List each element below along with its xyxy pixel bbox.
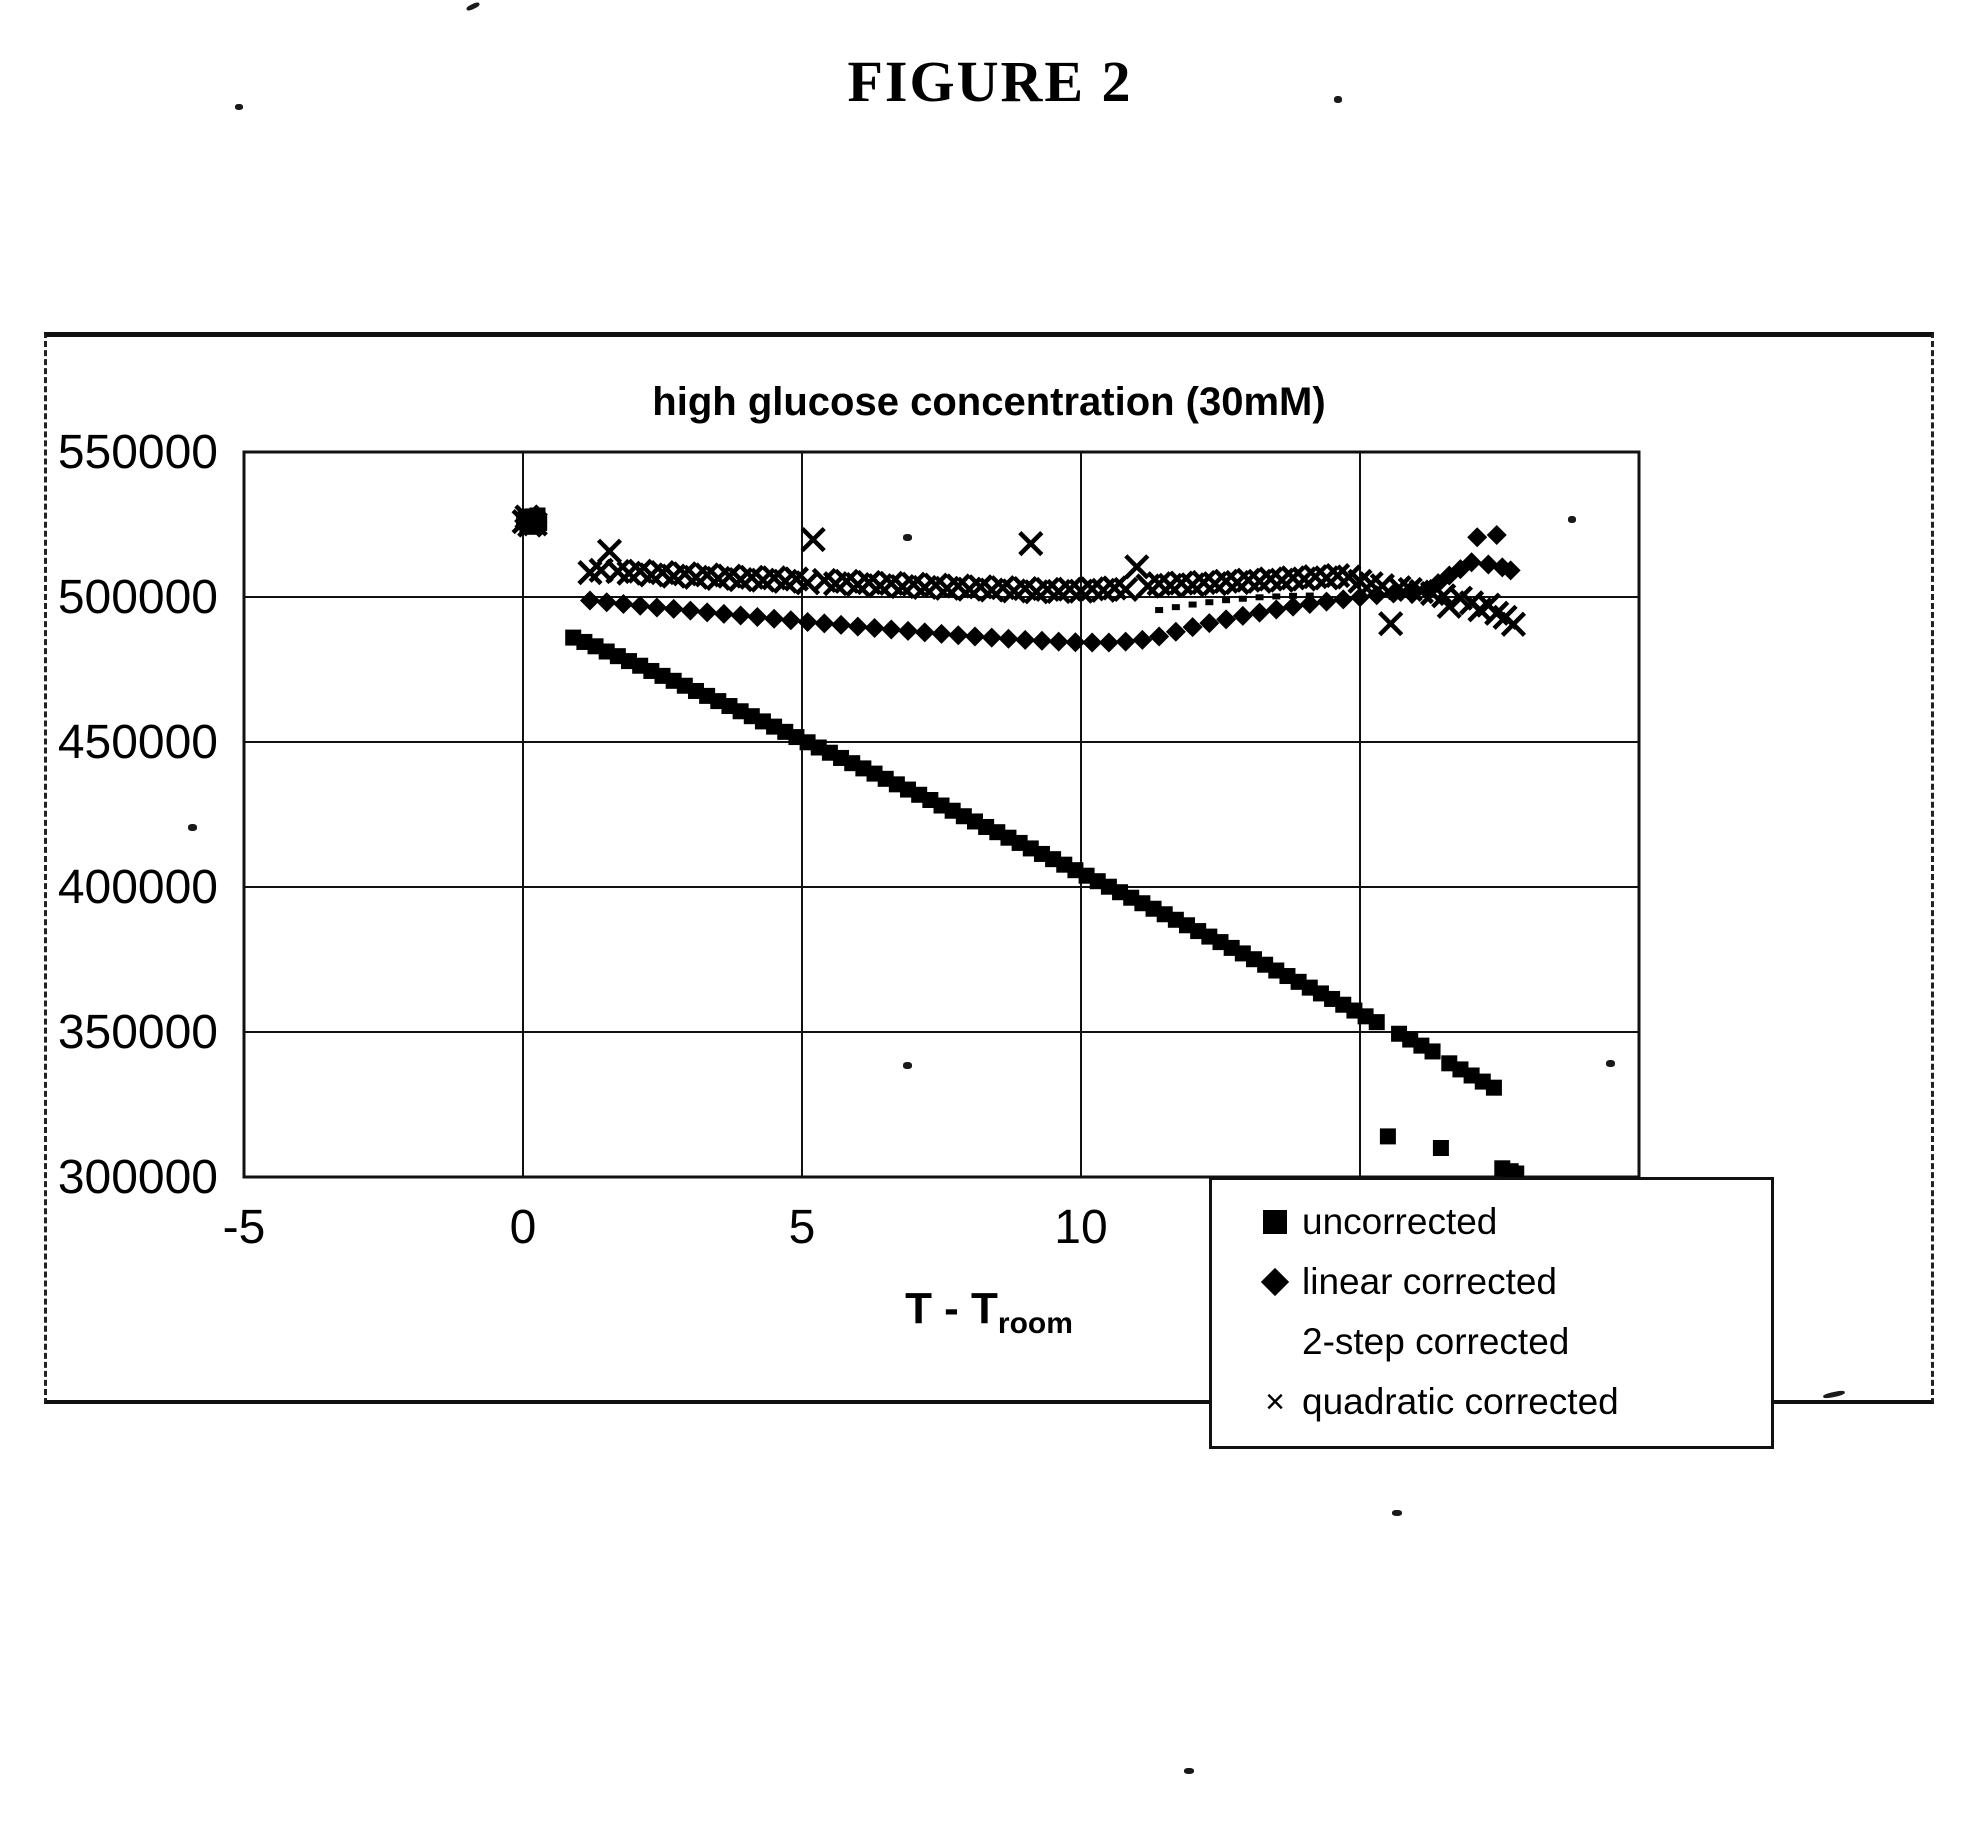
x-axis-title-main: T - T <box>905 1284 998 1333</box>
cross-marker-icon: × <box>1265 1383 1285 1421</box>
patent-figure-page: FIGURE 2 high glucose concentration (30m… <box>0 0 1980 1833</box>
y-tick-label: 300000 <box>58 1151 218 1204</box>
figure-label: FIGURE 2 <box>847 49 1133 114</box>
y-tick-label: 350000 <box>58 1006 218 1059</box>
legend-item-quadratic-corrected[interactable]: × quadratic corrected <box>1212 1372 1771 1432</box>
scan-speck <box>1184 1768 1194 1774</box>
scan-speck <box>235 104 243 110</box>
x-tick-label: 10 <box>1054 1201 1107 1254</box>
legend-label: uncorrected <box>1302 1201 1498 1242</box>
x-tick-label: 5 <box>789 1201 816 1254</box>
y-tick-label: 550000 <box>58 426 218 479</box>
x-axis-title-sub: room <box>997 1306 1073 1340</box>
square-marker-icon <box>1248 1210 1302 1234</box>
data-points <box>511 504 1527 1179</box>
y-tick-label: 400000 <box>58 861 218 914</box>
x-tick-label: -5 <box>223 1201 266 1254</box>
scan-speck <box>465 1 481 12</box>
x-axis-title: T - Troom <box>44 1284 1934 1341</box>
legend-label: quadratic corrected <box>1302 1381 1619 1422</box>
scan-speck <box>1392 1510 1402 1516</box>
scan-speck <box>1334 96 1342 103</box>
x-tick-label: 0 <box>510 1201 537 1254</box>
legend-item-uncorrected[interactable]: uncorrected <box>1212 1192 1771 1252</box>
y-tick-label: 500000 <box>58 571 218 624</box>
chart: high glucose concentration (30mM) 300000… <box>44 332 1934 1449</box>
y-tick-label: 450000 <box>58 716 218 769</box>
